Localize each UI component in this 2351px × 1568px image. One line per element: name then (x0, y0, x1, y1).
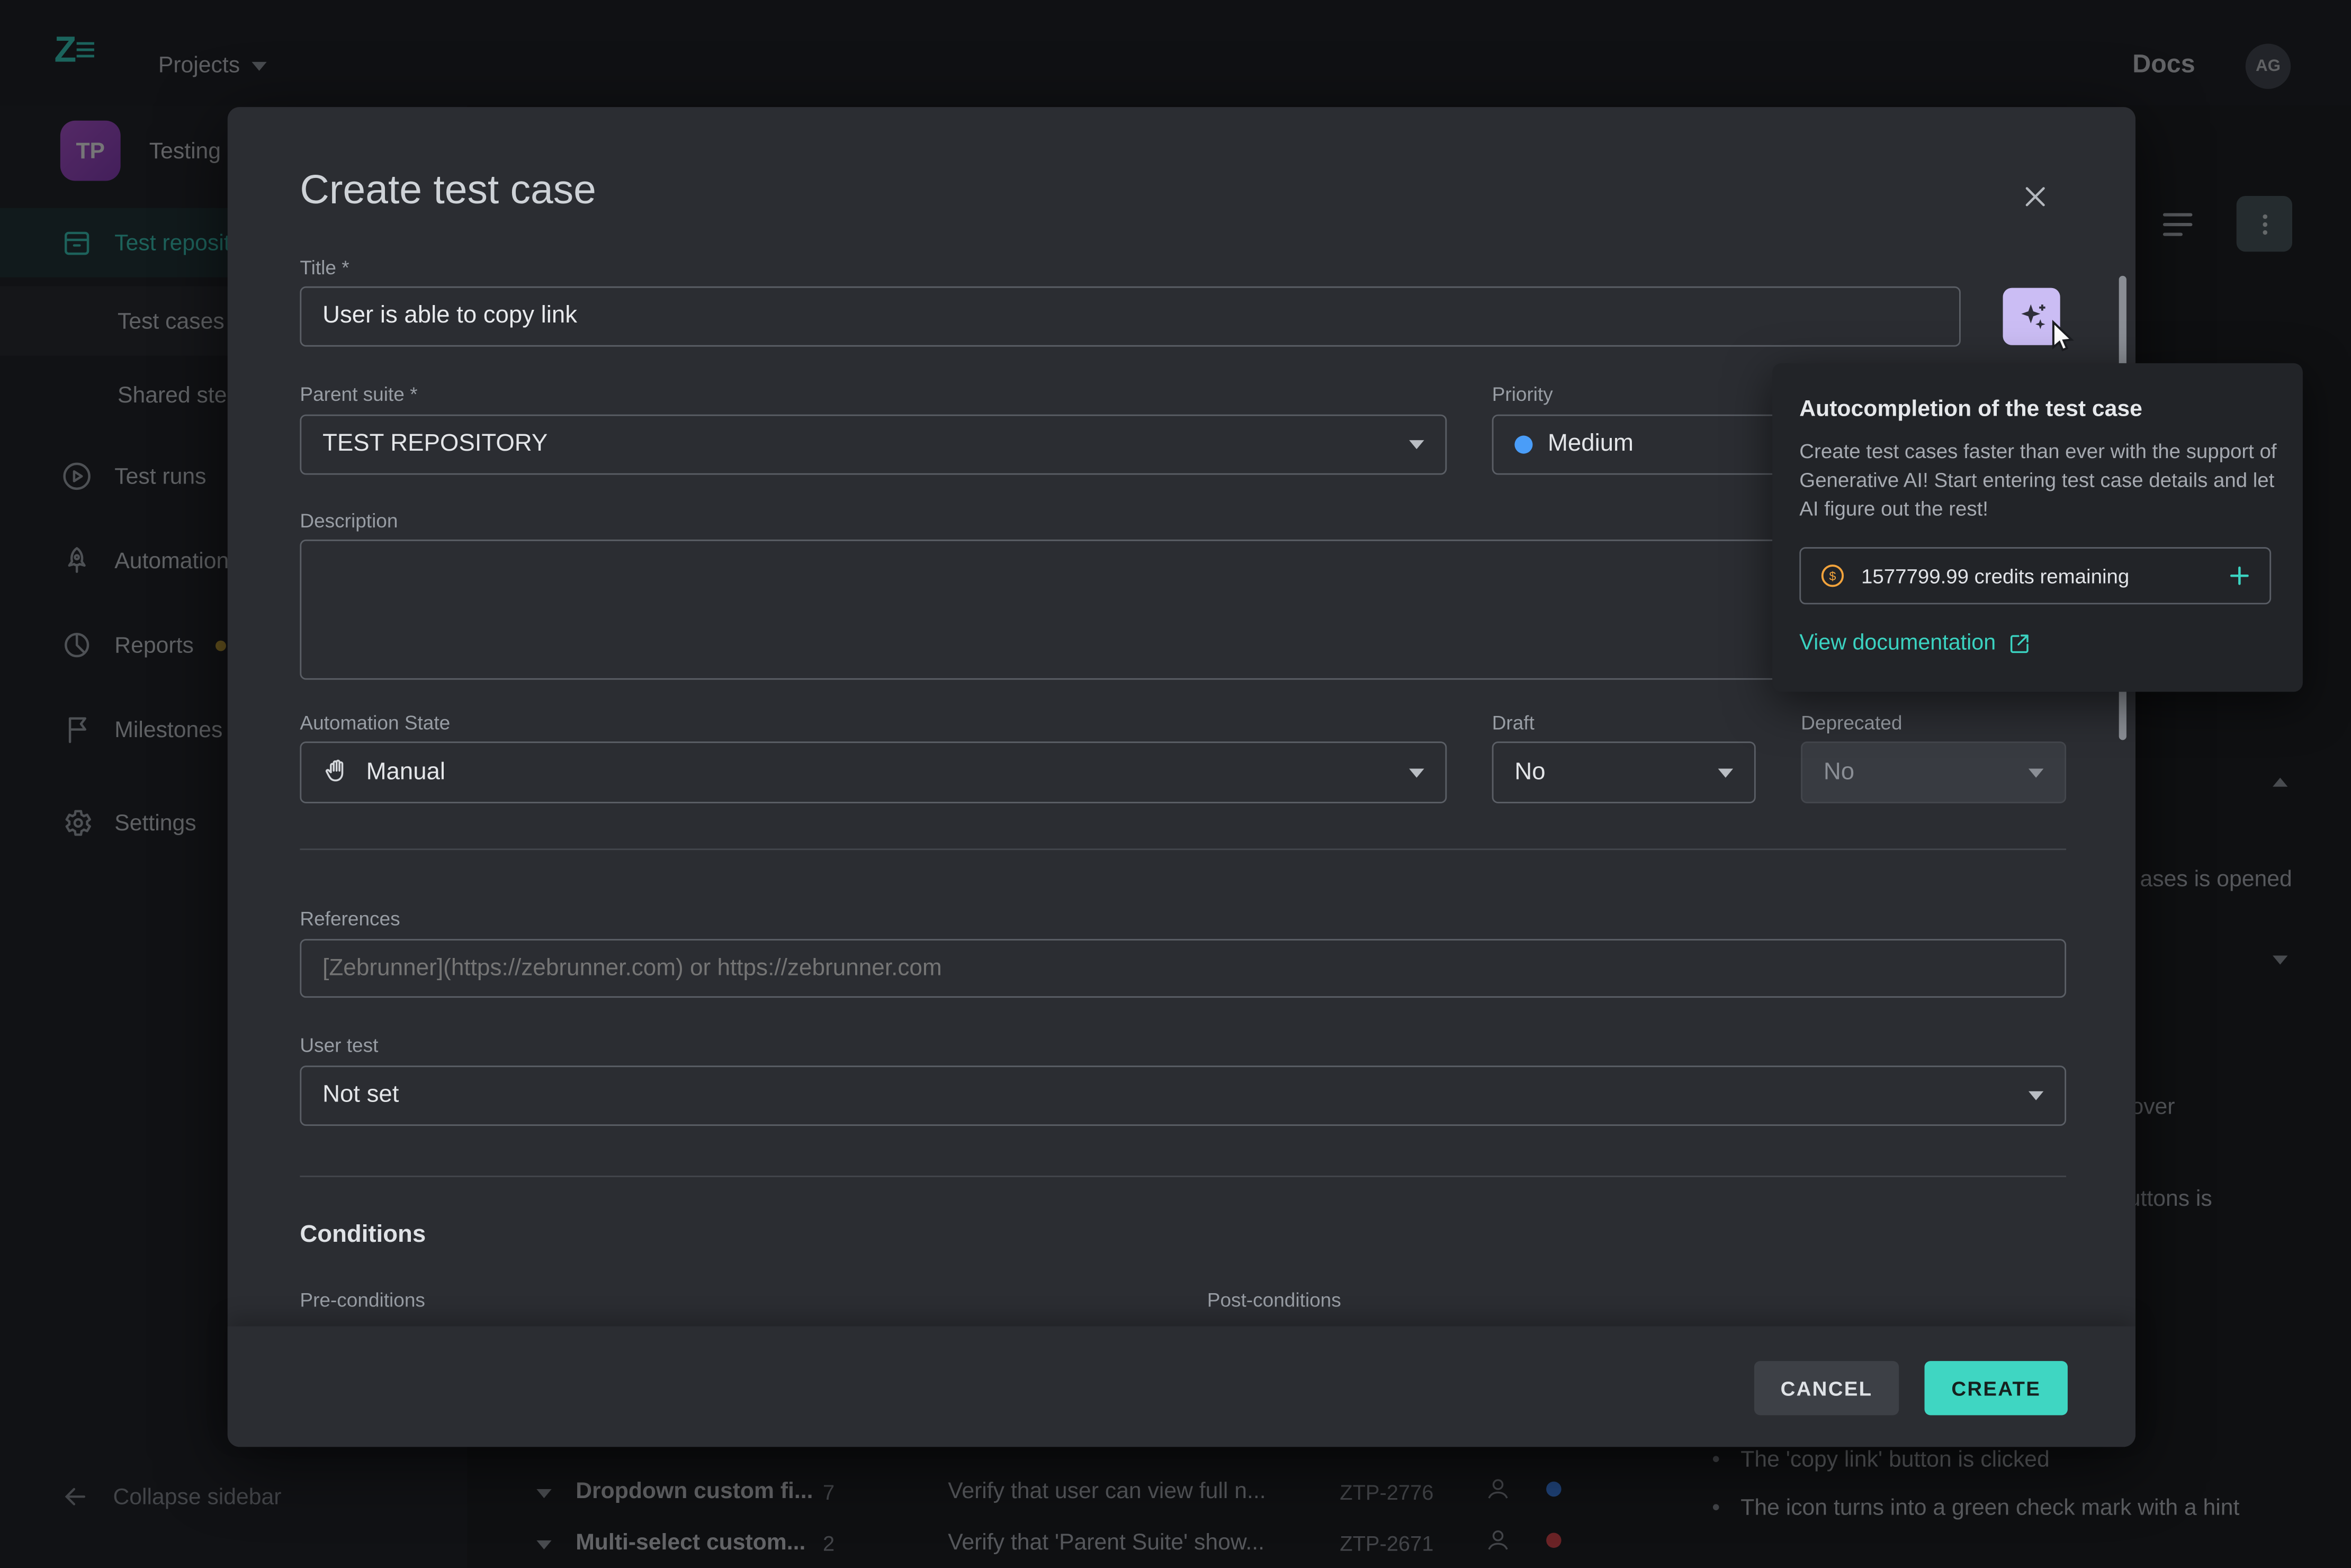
pre-conditions-label: Pre-conditions (300, 1288, 425, 1311)
user-test-value: Not set (322, 1082, 2013, 1109)
divider (300, 1176, 2066, 1177)
close-icon (2020, 182, 2049, 210)
close-button[interactable] (2015, 176, 2054, 216)
app-root: Z≡ Projects Docs AG TP Testing Test repo… (0, 0, 2351, 1567)
chevron-down-icon (2029, 1091, 2043, 1100)
plus-icon[interactable] (2228, 563, 2252, 588)
chevron-down-icon (1718, 768, 1733, 777)
cancel-button[interactable]: CANCEL (1754, 1361, 1899, 1415)
conditions-heading: Conditions (300, 1222, 426, 1249)
references-input[interactable] (300, 939, 2066, 998)
draft-label: Draft (1492, 711, 1535, 734)
automation-state-label: Automation State (300, 711, 450, 734)
create-button[interactable]: CREATE (1925, 1361, 2068, 1415)
deprecated-value: No (1824, 759, 2014, 786)
sparkles-icon (2014, 299, 2049, 334)
references-label: References (300, 907, 400, 930)
description-label: Description (300, 509, 398, 532)
user-test-select[interactable]: Not set (300, 1065, 2066, 1126)
post-conditions-label: Post-conditions (1207, 1288, 1341, 1311)
divider (300, 848, 2066, 850)
title-field-label: Title * (300, 256, 349, 279)
title-input[interactable] (300, 286, 1960, 347)
draft-value: No (1514, 759, 1703, 786)
automation-state-select[interactable]: Manual (300, 741, 1447, 803)
chevron-down-icon (1409, 768, 1424, 777)
priority-label: Priority (1492, 383, 1553, 406)
hand-icon (322, 758, 351, 787)
parent-suite-value: TEST REPOSITORY (322, 431, 1394, 458)
popover-body: Create test cases faster than ever with … (1799, 437, 2278, 523)
automation-state-value: Manual (366, 759, 1394, 786)
coin-icon: $ (1819, 562, 1846, 589)
credits-box: $ 1577799.99 credits remaining (1799, 547, 2271, 604)
svg-text:$: $ (1829, 569, 1836, 583)
create-test-case-modal: Create test case Title * Parent suite * … (228, 107, 2135, 1447)
external-link-icon (2008, 632, 2032, 656)
parent-suite-select[interactable]: TEST REPOSITORY (300, 415, 1447, 475)
parent-suite-label: Parent suite * (300, 383, 417, 406)
ai-autocompletion-popover: Autocompletion of the test case Create t… (1772, 363, 2303, 692)
user-test-label: User test (300, 1034, 378, 1056)
popover-title: Autocompletion of the test case (1799, 397, 2142, 422)
credits-text: 1577799.99 credits remaining (1861, 565, 2212, 587)
chevron-down-icon (1409, 440, 1424, 449)
modal-title: Create test case (300, 167, 596, 214)
deprecated-select: No (1801, 741, 2066, 803)
draft-select[interactable]: No (1492, 741, 1756, 803)
chevron-down-icon (2029, 768, 2043, 777)
view-documentation-link[interactable]: View documentation (1799, 632, 2032, 656)
view-documentation-label: View documentation (1799, 632, 1996, 656)
mouse-cursor (2045, 318, 2081, 354)
priority-dot (1514, 436, 1532, 454)
deprecated-label: Deprecated (1801, 711, 1902, 734)
